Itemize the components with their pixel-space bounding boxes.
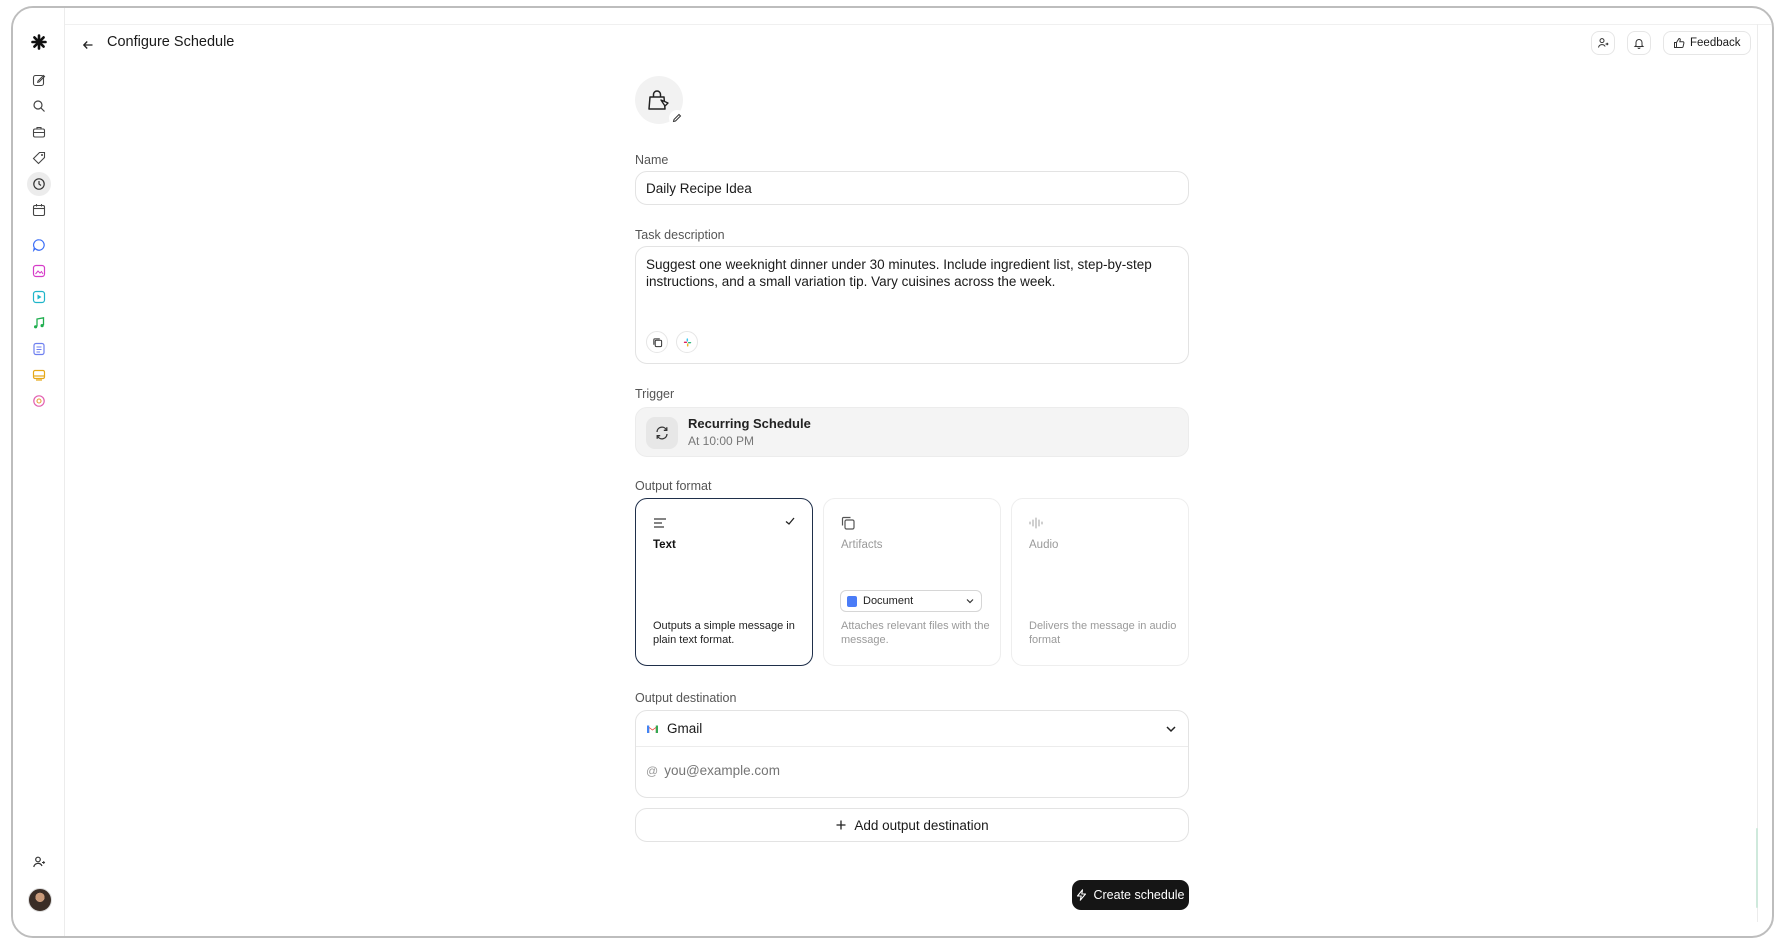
- briefcase-button[interactable]: [27, 120, 51, 144]
- chat-app-button[interactable]: [27, 233, 51, 257]
- trigger-label: Trigger: [635, 387, 675, 401]
- document-icon: [33, 342, 45, 356]
- music-note-icon: [34, 317, 45, 329]
- pencil-square-icon: [32, 74, 46, 87]
- avatar[interactable]: [28, 888, 52, 912]
- tag-icon: [32, 151, 46, 165]
- checkmark-icon: [785, 517, 795, 525]
- image-icon: [32, 264, 46, 278]
- document-icon: [847, 595, 857, 607]
- trigger-time: At 10:00 PM: [688, 434, 755, 448]
- create-schedule-label: Create schedule: [1093, 888, 1185, 902]
- chevron-down-icon: [1166, 725, 1176, 732]
- task-description-field[interactable]: Suggest one weeknight dinner under 30 mi…: [635, 246, 1189, 364]
- page-title: Configure Schedule: [107, 34, 235, 50]
- search-button[interactable]: [27, 94, 51, 118]
- output-format-options: Text Outputs a simple message in plain t…: [635, 498, 1189, 666]
- calendar-button[interactable]: [27, 198, 51, 222]
- notifications-button[interactable]: [1627, 31, 1651, 55]
- share-user-button[interactable]: [1591, 31, 1615, 55]
- scrollbar-thumb[interactable]: [1756, 828, 1758, 908]
- shopping-bag-icon: [648, 90, 669, 110]
- destination-select[interactable]: Gmail: [636, 711, 1188, 747]
- video-app-button[interactable]: [27, 285, 51, 309]
- slides-icon: [32, 369, 46, 381]
- bell-icon: [1633, 39, 1645, 49]
- at-sign-icon: @: [646, 763, 659, 778]
- search-icon: [33, 100, 45, 112]
- edit-icon-badge[interactable]: [669, 110, 685, 126]
- lightning-icon: [1077, 889, 1087, 901]
- docs-app-button[interactable]: [27, 337, 51, 361]
- text-lines-icon: [654, 518, 666, 528]
- logo-icon[interactable]: [27, 30, 51, 54]
- format-description: Delivers the message in audio format: [1029, 620, 1177, 646]
- feedback-button[interactable]: Feedback: [1663, 31, 1751, 55]
- task-description-label: Task description: [635, 228, 725, 242]
- user-share-icon: [1598, 38, 1609, 48]
- description-toolbar: [646, 331, 698, 353]
- music-app-button[interactable]: [27, 311, 51, 335]
- attach-artifact-button[interactable]: [646, 331, 668, 353]
- gmail-icon: [647, 725, 658, 733]
- feedback-label: Feedback: [1690, 37, 1741, 49]
- format-option-artifacts[interactable]: Artifacts Document Attaches relevant fil…: [823, 498, 1001, 666]
- artifact-type-select[interactable]: Document: [840, 590, 982, 612]
- new-chat-button[interactable]: [27, 68, 51, 92]
- format-option-audio[interactable]: Audio Delivers the message in audio form…: [1011, 498, 1189, 666]
- trigger-card[interactable]: Recurring Schedule At 10:00 PM: [635, 407, 1189, 457]
- output-format-label: Output format: [635, 479, 712, 493]
- format-description: Attaches relevant files with the message…: [841, 620, 990, 646]
- slack-icon: [683, 337, 691, 347]
- video-icon: [32, 290, 46, 304]
- slack-integration-button[interactable]: [676, 331, 698, 353]
- copy-stack-icon: [652, 337, 662, 347]
- task-icon-picker[interactable]: [635, 76, 685, 126]
- sparkle-circle-icon: [33, 395, 45, 407]
- create-schedule-button[interactable]: Create schedule: [1072, 880, 1189, 910]
- audio-waveform-icon: [1029, 517, 1043, 529]
- output-destination-box: Gmail @: [635, 710, 1189, 798]
- clock-icon: [33, 178, 45, 190]
- user-switch-icon: [33, 856, 46, 868]
- briefcase-icon: [32, 126, 46, 138]
- pencil-icon: [672, 113, 682, 123]
- name-field[interactable]: Daily Recipe Idea: [635, 171, 1189, 205]
- schedules-button[interactable]: [27, 172, 51, 196]
- sidebar: [13, 8, 65, 936]
- image-app-button[interactable]: [27, 259, 51, 283]
- slides-app-button[interactable]: [27, 363, 51, 387]
- copy-stack-icon: [841, 516, 855, 530]
- destination-value: Gmail: [667, 721, 703, 736]
- header-divider: [65, 24, 1772, 25]
- artifact-type-value: Document: [863, 595, 914, 607]
- format-option-text[interactable]: Text Outputs a simple message in plain t…: [635, 498, 813, 666]
- format-title: Audio: [1029, 539, 1059, 551]
- calendar-icon: [32, 204, 46, 217]
- trigger-title: Recurring Schedule: [688, 416, 811, 431]
- arrow-left-icon: [82, 41, 93, 49]
- name-label: Name: [635, 153, 669, 167]
- more-apps-button[interactable]: [27, 389, 51, 413]
- format-title: Artifacts: [841, 539, 883, 551]
- app-window: Configure Schedule Feedback Name Daily R…: [11, 6, 1774, 938]
- task-description-text: Suggest one weeknight dinner under 30 mi…: [646, 257, 1152, 289]
- tags-button[interactable]: [27, 146, 51, 170]
- add-output-destination-button[interactable]: Add output destination: [635, 808, 1189, 842]
- chat-bubble-icon: [32, 239, 45, 252]
- chevron-down-icon: [966, 599, 974, 604]
- add-output-destination-label: Add output destination: [854, 817, 989, 833]
- repeat-icon: [646, 417, 678, 449]
- format-title: Text: [653, 539, 676, 551]
- thumbs-up-icon: [1674, 38, 1685, 48]
- email-input[interactable]: [664, 763, 965, 778]
- output-destination-label: Output destination: [635, 691, 737, 705]
- format-description: Outputs a simple message in plain text f…: [653, 620, 795, 646]
- email-row: @: [646, 763, 965, 778]
- account-switch-button[interactable]: [27, 850, 51, 874]
- content-right-border: [1757, 24, 1758, 922]
- plus-icon: [836, 820, 846, 830]
- back-button[interactable]: [79, 36, 97, 54]
